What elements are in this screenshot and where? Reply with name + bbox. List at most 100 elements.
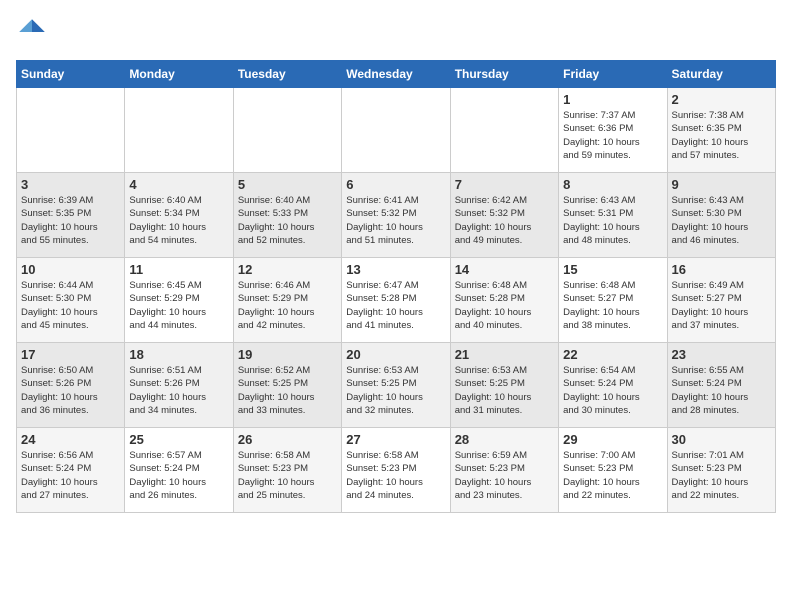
calendar-cell: 19 Sunrise: 6:52 AM Sunset: 5:25 PM Dayli… (233, 343, 341, 428)
calendar-cell: 2 Sunrise: 7:38 AM Sunset: 6:35 PM Daylig… (667, 88, 775, 173)
logo-icon (16, 16, 48, 48)
calendar-cell: 30 Sunrise: 7:01 AM Sunset: 5:23 PM Dayli… (667, 428, 775, 513)
calendar-cell: 16 Sunrise: 6:49 AM Sunset: 5:27 PM Dayli… (667, 258, 775, 343)
day-info: Sunrise: 6:43 AM Sunset: 5:30 PM Dayligh… (672, 194, 771, 247)
calendar-cell: 24Sunrise: 6:56 AM Sunset: 5:24 PM Dayli… (17, 428, 125, 513)
day-info: Sunrise: 6:52 AM Sunset: 5:25 PM Dayligh… (238, 364, 337, 417)
calendar-cell: 11 Sunrise: 6:45 AM Sunset: 5:29 PM Dayli… (125, 258, 233, 343)
day-number: 22 (563, 347, 662, 362)
calendar-cell (342, 88, 450, 173)
weekday-header: Saturday (667, 61, 775, 88)
calendar-cell: 9 Sunrise: 6:43 AM Sunset: 5:30 PM Daylig… (667, 173, 775, 258)
day-number: 7 (455, 177, 554, 192)
weekday-header: Monday (125, 61, 233, 88)
day-info: Sunrise: 6:53 AM Sunset: 5:25 PM Dayligh… (346, 364, 445, 417)
day-number: 29 (563, 432, 662, 447)
day-number: 27 (346, 432, 445, 447)
calendar-cell (233, 88, 341, 173)
calendar-week: 24Sunrise: 6:56 AM Sunset: 5:24 PM Dayli… (17, 428, 776, 513)
day-number: 13 (346, 262, 445, 277)
weekday-header: Sunday (17, 61, 125, 88)
calendar-cell: 25Sunrise: 6:57 AM Sunset: 5:24 PM Dayli… (125, 428, 233, 513)
calendar-week: 17 Sunrise: 6:50 AM Sunset: 5:26 PM Dayli… (17, 343, 776, 428)
day-info: Sunrise: 6:51 AM Sunset: 5:26 PM Dayligh… (129, 364, 228, 417)
day-number: 24 (21, 432, 120, 447)
day-number: 26 (238, 432, 337, 447)
calendar-cell: 21 Sunrise: 6:53 AM Sunset: 5:25 PM Dayli… (450, 343, 558, 428)
calendar-cell (125, 88, 233, 173)
day-number: 3 (21, 177, 120, 192)
calendar-cell: 7 Sunrise: 6:42 AM Sunset: 5:32 PM Daylig… (450, 173, 558, 258)
page-header (16, 16, 776, 48)
calendar-cell: 18 Sunrise: 6:51 AM Sunset: 5:26 PM Dayli… (125, 343, 233, 428)
calendar-cell: 13Sunrise: 6:47 AM Sunset: 5:28 PM Dayli… (342, 258, 450, 343)
day-info: Sunrise: 6:55 AM Sunset: 5:24 PM Dayligh… (672, 364, 771, 417)
day-info: Sunrise: 7:01 AM Sunset: 5:23 PM Dayligh… (672, 449, 771, 502)
day-info: Sunrise: 6:50 AM Sunset: 5:26 PM Dayligh… (21, 364, 120, 417)
day-info: Sunrise: 6:48 AM Sunset: 5:27 PM Dayligh… (563, 279, 662, 332)
day-info: Sunrise: 6:42 AM Sunset: 5:32 PM Dayligh… (455, 194, 554, 247)
day-number: 17 (21, 347, 120, 362)
day-info: Sunrise: 6:39 AM Sunset: 5:35 PM Dayligh… (21, 194, 120, 247)
calendar-cell (450, 88, 558, 173)
calendar-cell: 10 Sunrise: 6:44 AM Sunset: 5:30 PM Dayli… (17, 258, 125, 343)
day-number: 10 (21, 262, 120, 277)
calendar-cell: 15 Sunrise: 6:48 AM Sunset: 5:27 PM Dayli… (559, 258, 667, 343)
day-info: Sunrise: 6:45 AM Sunset: 5:29 PM Dayligh… (129, 279, 228, 332)
day-number: 11 (129, 262, 228, 277)
day-info: Sunrise: 6:40 AM Sunset: 5:34 PM Dayligh… (129, 194, 228, 247)
day-number: 20 (346, 347, 445, 362)
day-info: Sunrise: 6:41 AM Sunset: 5:32 PM Dayligh… (346, 194, 445, 247)
weekday-header: Friday (559, 61, 667, 88)
day-info: Sunrise: 6:44 AM Sunset: 5:30 PM Dayligh… (21, 279, 120, 332)
weekday-header: Tuesday (233, 61, 341, 88)
day-number: 25 (129, 432, 228, 447)
day-info: Sunrise: 6:43 AM Sunset: 5:31 PM Dayligh… (563, 194, 662, 247)
calendar-cell: 12 Sunrise: 6:46 AM Sunset: 5:29 PM Dayli… (233, 258, 341, 343)
day-info: Sunrise: 6:58 AM Sunset: 5:23 PM Dayligh… (346, 449, 445, 502)
day-number: 4 (129, 177, 228, 192)
day-number: 5 (238, 177, 337, 192)
calendar-cell: 3 Sunrise: 6:39 AM Sunset: 5:35 PM Daylig… (17, 173, 125, 258)
day-info: Sunrise: 6:48 AM Sunset: 5:28 PM Dayligh… (455, 279, 554, 332)
day-number: 6 (346, 177, 445, 192)
calendar-week: 1 Sunrise: 7:37 AM Sunset: 6:36 PM Daylig… (17, 88, 776, 173)
day-number: 16 (672, 262, 771, 277)
header-row: SundayMondayTuesdayWednesdayThursdayFrid… (17, 61, 776, 88)
calendar-cell: 14 Sunrise: 6:48 AM Sunset: 5:28 PM Dayli… (450, 258, 558, 343)
day-number: 23 (672, 347, 771, 362)
calendar-cell: 28 Sunrise: 6:59 AM Sunset: 5:23 PM Dayli… (450, 428, 558, 513)
calendar-cell: 27 Sunrise: 6:58 AM Sunset: 5:23 PM Dayli… (342, 428, 450, 513)
day-info: Sunrise: 7:37 AM Sunset: 6:36 PM Dayligh… (563, 109, 662, 162)
day-number: 19 (238, 347, 337, 362)
calendar-week: 3 Sunrise: 6:39 AM Sunset: 5:35 PM Daylig… (17, 173, 776, 258)
day-number: 18 (129, 347, 228, 362)
day-number: 28 (455, 432, 554, 447)
day-info: Sunrise: 6:53 AM Sunset: 5:25 PM Dayligh… (455, 364, 554, 417)
weekday-header: Thursday (450, 61, 558, 88)
calendar-table: SundayMondayTuesdayWednesdayThursdayFrid… (16, 60, 776, 513)
day-info: Sunrise: 6:40 AM Sunset: 5:33 PM Dayligh… (238, 194, 337, 247)
calendar-cell: 6 Sunrise: 6:41 AM Sunset: 5:32 PM Daylig… (342, 173, 450, 258)
day-number: 15 (563, 262, 662, 277)
calendar-cell: 4 Sunrise: 6:40 AM Sunset: 5:34 PM Daylig… (125, 173, 233, 258)
day-number: 1 (563, 92, 662, 107)
day-number: 30 (672, 432, 771, 447)
day-number: 14 (455, 262, 554, 277)
calendar-cell (17, 88, 125, 173)
day-info: Sunrise: 6:46 AM Sunset: 5:29 PM Dayligh… (238, 279, 337, 332)
day-info: Sunrise: 6:49 AM Sunset: 5:27 PM Dayligh… (672, 279, 771, 332)
day-number: 2 (672, 92, 771, 107)
calendar-cell: 22Sunrise: 6:54 AM Sunset: 5:24 PM Dayli… (559, 343, 667, 428)
calendar-cell: 5 Sunrise: 6:40 AM Sunset: 5:33 PM Daylig… (233, 173, 341, 258)
day-number: 9 (672, 177, 771, 192)
day-number: 21 (455, 347, 554, 362)
day-number: 8 (563, 177, 662, 192)
day-number: 12 (238, 262, 337, 277)
day-info: Sunrise: 6:59 AM Sunset: 5:23 PM Dayligh… (455, 449, 554, 502)
weekday-header: Wednesday (342, 61, 450, 88)
day-info: Sunrise: 7:38 AM Sunset: 6:35 PM Dayligh… (672, 109, 771, 162)
calendar-cell: 26Sunrise: 6:58 AM Sunset: 5:23 PM Dayli… (233, 428, 341, 513)
calendar-cell: 17 Sunrise: 6:50 AM Sunset: 5:26 PM Dayli… (17, 343, 125, 428)
calendar-cell: 20 Sunrise: 6:53 AM Sunset: 5:25 PM Dayli… (342, 343, 450, 428)
